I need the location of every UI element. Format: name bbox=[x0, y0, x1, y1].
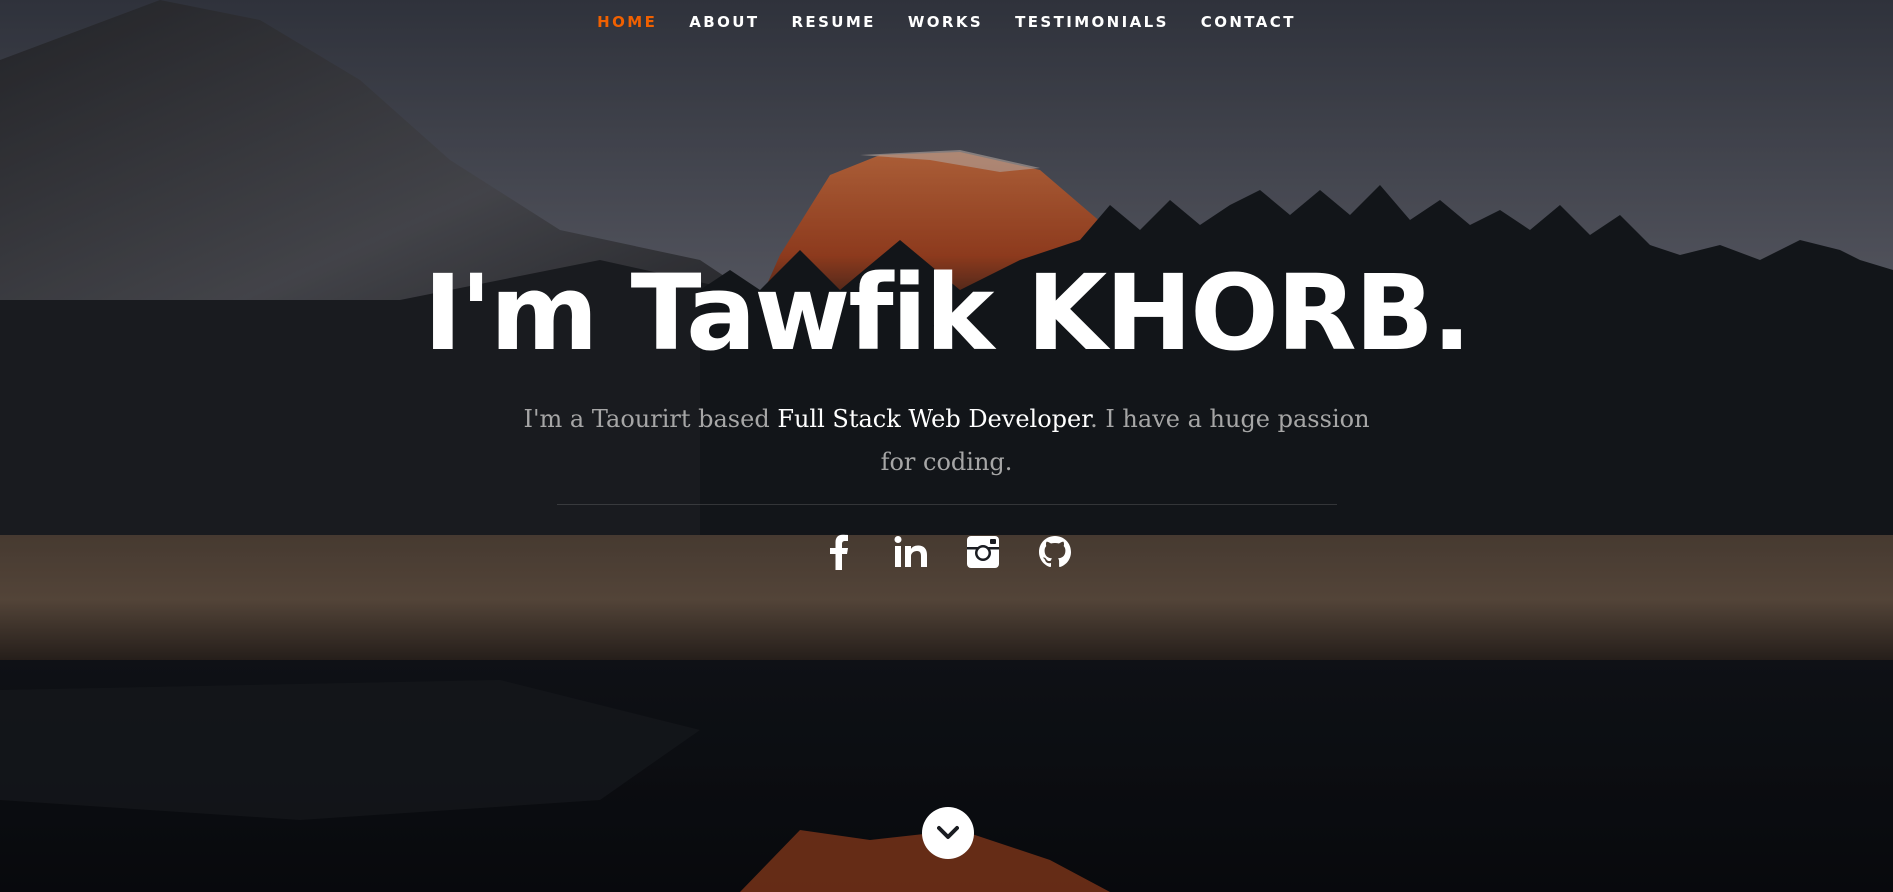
social-links bbox=[0, 534, 1893, 570]
intro-text: I'm a Taourirt based Full Stack Web Deve… bbox=[517, 398, 1377, 484]
nav-item-works[interactable]: WORKS bbox=[892, 13, 999, 31]
linkedin-icon[interactable] bbox=[894, 535, 928, 569]
intro-prefix: I'm a Taourirt based bbox=[523, 405, 778, 433]
github-icon[interactable] bbox=[1038, 535, 1072, 569]
facebook-icon[interactable] bbox=[822, 534, 856, 570]
nav-item-resume[interactable]: RESUME bbox=[775, 13, 891, 31]
instagram-icon[interactable] bbox=[966, 535, 1000, 569]
nav-item-about[interactable]: ABOUT bbox=[673, 13, 775, 31]
scroll-down-button[interactable] bbox=[922, 807, 974, 859]
chevron-down-icon bbox=[937, 826, 959, 839]
intro-role: Full Stack Web Developer bbox=[777, 405, 1091, 433]
nav-item-testimonials[interactable]: TESTIMONIALS bbox=[999, 13, 1185, 31]
nav-list: HOME ABOUT RESUME WORKS TESTIMONIALS CON… bbox=[581, 13, 1312, 31]
main-navigation: HOME ABOUT RESUME WORKS TESTIMONIALS CON… bbox=[0, 0, 1893, 44]
divider bbox=[556, 504, 1337, 505]
nav-item-home[interactable]: HOME bbox=[581, 13, 673, 31]
banner: I'm Tawfik KHORB. I'm a Taourirt based F… bbox=[0, 248, 1893, 570]
nav-item-contact[interactable]: CONTACT bbox=[1185, 13, 1312, 31]
headline: I'm Tawfik KHORB. bbox=[423, 252, 1471, 374]
hero-section: HOME ABOUT RESUME WORKS TESTIMONIALS CON… bbox=[0, 0, 1893, 892]
